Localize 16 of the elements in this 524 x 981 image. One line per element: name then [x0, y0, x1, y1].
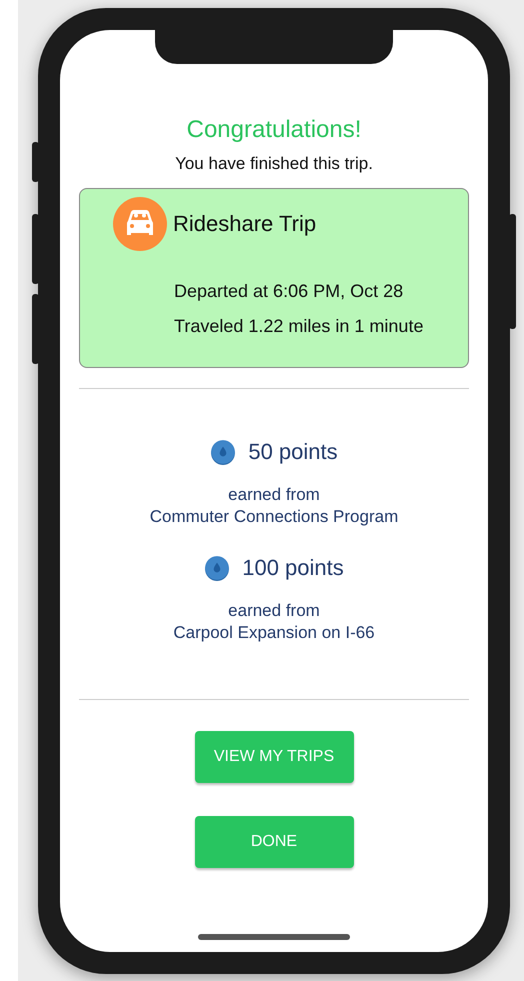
drop-coin-icon — [204, 555, 230, 581]
program-name: Carpool Expansion on I-66 — [173, 623, 375, 643]
program-name: Commuter Connections Program — [150, 507, 398, 527]
earned-label: earned from — [228, 485, 320, 505]
subtitle: You have finished this trip. — [174, 154, 374, 174]
points-text: 50 points — [248, 439, 338, 465]
action-button[interactable]: DONE — [194, 816, 354, 868]
distance-text: Traveled 1.22 miles in 1 minute — [174, 316, 424, 337]
departure-text: Departed at 6:06 PM, Oct 28 — [174, 281, 404, 302]
action-button[interactable]: VIEW MY TRIPS — [194, 731, 354, 783]
trip-title: Rideshare Trip — [173, 211, 316, 237]
earned-label: earned from — [228, 601, 320, 621]
car-icon — [113, 197, 167, 251]
points-text: 100 points — [242, 555, 344, 581]
drop-coin-icon — [210, 439, 236, 465]
congratulations-title: Congratulations! — [186, 116, 362, 144]
